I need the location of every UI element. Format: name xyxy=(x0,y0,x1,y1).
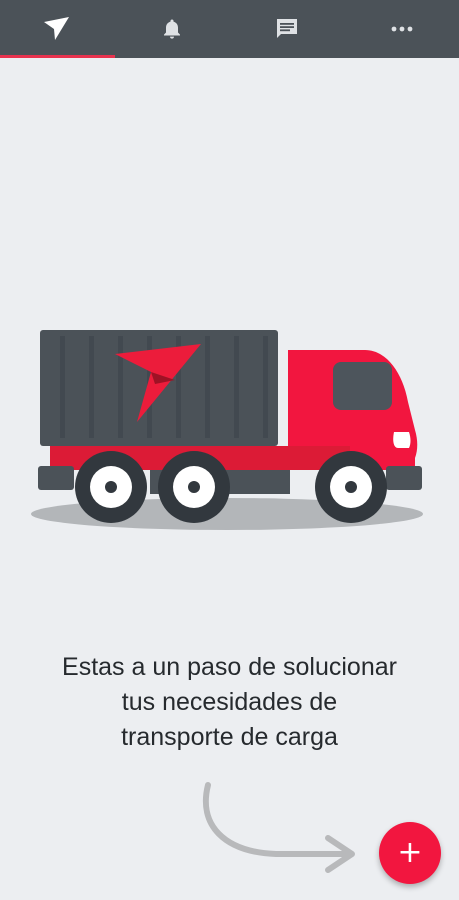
message-line-2: tus necesidades de xyxy=(121,688,338,716)
curved-hint-arrow-icon xyxy=(202,782,355,873)
tab-send[interactable] xyxy=(0,0,115,58)
add-button[interactable]: + xyxy=(379,822,441,884)
more-dots-icon xyxy=(391,26,413,32)
cargo-truck-illustration xyxy=(31,330,423,530)
bell-icon xyxy=(164,19,181,39)
truck-window xyxy=(333,362,392,410)
tab-messages[interactable] xyxy=(230,0,345,58)
top-tab-bar xyxy=(0,0,459,58)
truck-headlight xyxy=(393,432,411,448)
message-line-1: Estas a un paso de solucionar xyxy=(62,653,397,681)
truck-bumper-rear xyxy=(38,466,74,490)
active-tab-indicator xyxy=(0,55,115,58)
truck-wheel-front xyxy=(315,451,387,523)
message-line-3: transporte de carga xyxy=(121,723,338,751)
tab-more[interactable] xyxy=(344,0,459,58)
truck-wheel-middle xyxy=(158,451,230,523)
send-arrow-icon xyxy=(44,17,70,40)
truck-bumper-front xyxy=(386,466,422,490)
tab-notifications[interactable] xyxy=(115,0,230,58)
empty-state-message: Estas a un paso de solucionar tus necesi… xyxy=(0,650,459,755)
plus-icon: + xyxy=(397,835,423,870)
chat-icon xyxy=(276,19,297,38)
truck-wheel-rear xyxy=(75,451,147,523)
